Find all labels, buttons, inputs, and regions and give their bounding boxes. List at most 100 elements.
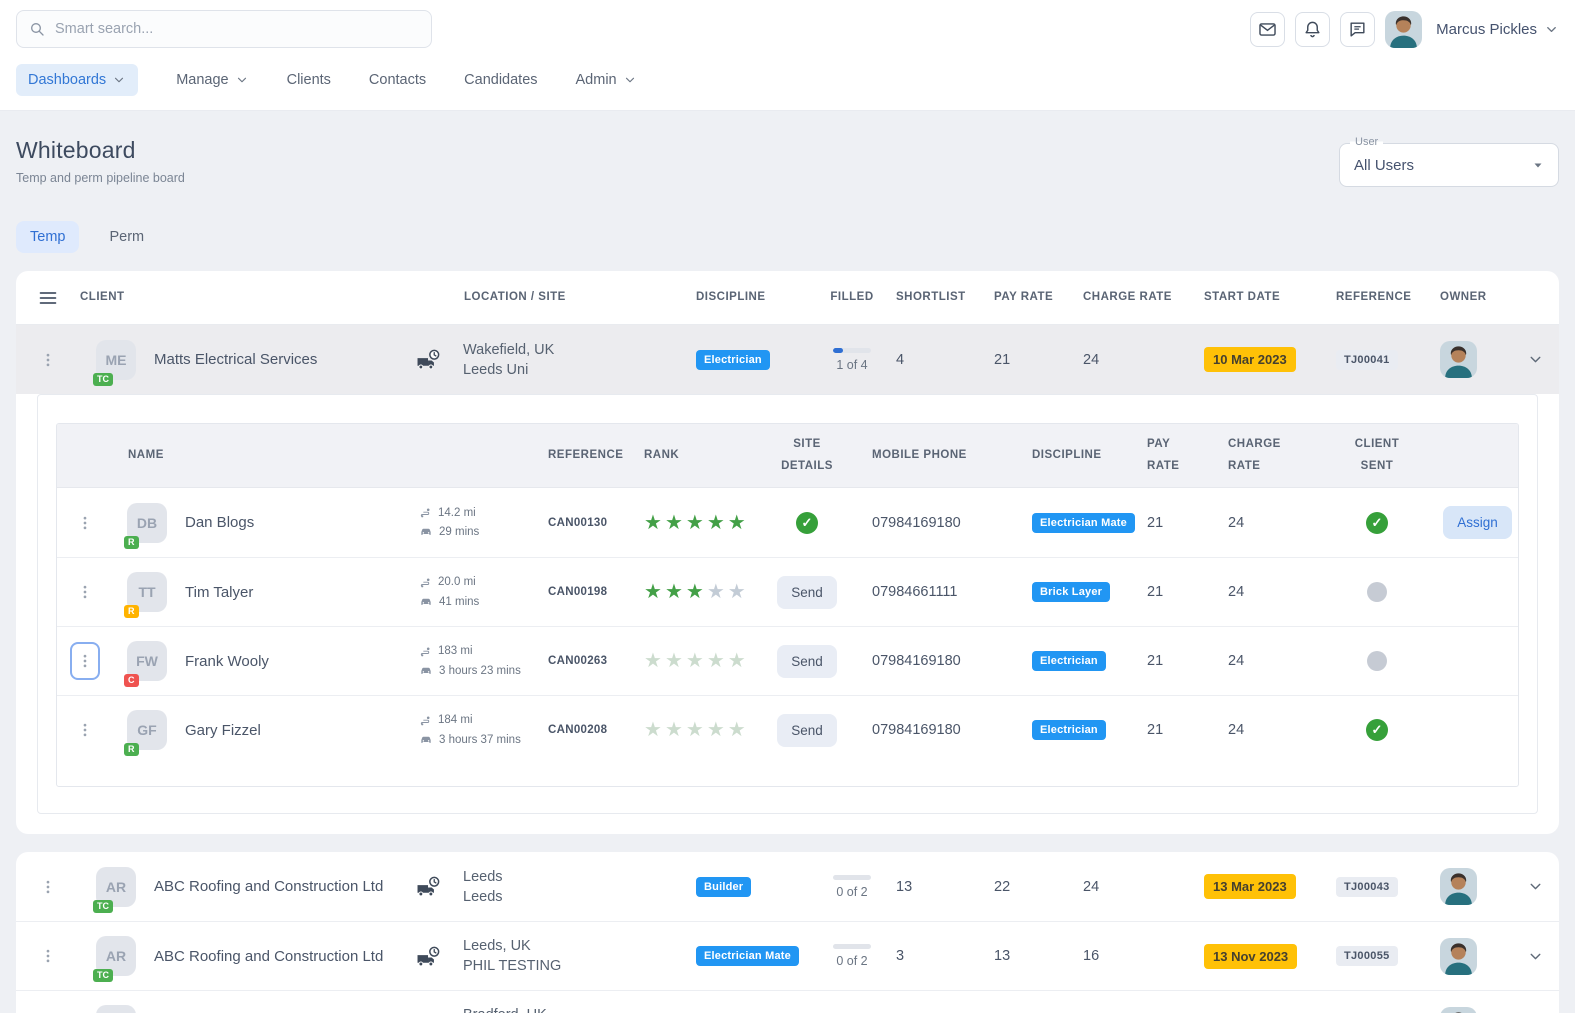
client-row[interactable]: AR TC ABC Roofing and Construction Ltd B… (16, 990, 1559, 1013)
board-menu-button[interactable] (38, 288, 58, 308)
nav-candidates[interactable]: Candidates (464, 72, 537, 88)
car-icon (419, 525, 433, 539)
star-filled-icon: ★ (644, 511, 665, 534)
candidate-name: Gary Fizzel (185, 721, 261, 739)
client-row[interactable]: AR TC ABC Roofing and Construction Ltd L… (16, 921, 1559, 990)
candidate-row[interactable]: DB R Dan Blogs 14.2 mi 29 mins CAN00130 … (57, 488, 1518, 557)
start-date-badge: 10 Mar 2023 (1204, 347, 1296, 372)
location-city: Leeds, UK (463, 938, 531, 954)
drive-time-value: 29 mins (439, 526, 480, 538)
send-site-details-button[interactable]: Send (777, 713, 837, 747)
star-filled-icon: ★ (664, 581, 686, 603)
nav-clients[interactable]: Clients (287, 72, 331, 88)
chat-icon (1348, 20, 1367, 39)
mobile-phone: 07984169180 (872, 514, 961, 531)
filled-progress (833, 944, 871, 949)
owner-avatar (1440, 868, 1477, 905)
candidate-avatar: GF R (124, 710, 167, 756)
chevron-down-icon (235, 73, 249, 87)
star-empty-icon: ★ (644, 650, 665, 672)
candidate-menu-button[interactable] (72, 575, 98, 609)
nav-dashboards[interactable]: Dashboards (16, 64, 139, 96)
kebab-icon (76, 514, 94, 532)
location-site: Wakefield, UK Leeds Uni (463, 340, 554, 380)
collapse-row-chevron[interactable] (1527, 351, 1544, 368)
client-row[interactable]: ME TC Matts Electrical Services Wakefiel… (16, 325, 1559, 394)
nav-dashboards-label: Dashboards (28, 72, 107, 88)
candidate-menu-button[interactable] (72, 506, 98, 540)
shortlist-count: 13 (896, 878, 913, 895)
chat-button[interactable] (1340, 11, 1376, 47)
col-site-details: SITE DETAILS (781, 437, 833, 472)
candidate-avatar: TT R (124, 572, 167, 618)
location-site-name: Leeds Uni (463, 361, 529, 378)
candidate-reference: CAN00208 (548, 724, 608, 736)
search-input[interactable] (55, 21, 419, 37)
pipeline-board-card: CLIENT LOCATION / SITE DISCIPLINE FILLED… (16, 271, 1559, 834)
discipline-badge: Electrician (1032, 651, 1106, 671)
mail-button[interactable] (1250, 11, 1286, 47)
top-header: Marcus Pickles (0, 0, 1575, 58)
distance-value: 184 mi (438, 714, 473, 726)
nav-admin[interactable]: Admin (576, 72, 637, 88)
col-pay-rate: PAY RATE (994, 290, 1054, 303)
expand-row-chevron[interactable] (1527, 948, 1544, 965)
dropdown-arrow-icon (1532, 159, 1544, 171)
candidate-name: Dan Blogs (185, 514, 255, 531)
distance-value: 14.2 mi (438, 506, 476, 519)
user-filter-value: All Users (1354, 156, 1415, 174)
row-menu-button[interactable] (35, 1008, 61, 1013)
star-filled-icon: ★ (644, 581, 665, 603)
travel-time-icon (416, 946, 441, 967)
nav-clients-label: Clients (286, 72, 331, 88)
col-charge-rate: CHARGE RATE (1228, 437, 1281, 472)
star-empty-icon: ★ (706, 581, 728, 603)
nav-contacts[interactable]: Contacts (369, 72, 426, 88)
user-avatar[interactable] (1385, 11, 1422, 48)
search-box[interactable] (16, 10, 432, 48)
discipline-badge: Electrician (1032, 720, 1106, 740)
nav-manage[interactable]: Manage (176, 72, 248, 88)
candidate-menu-button[interactable] (70, 642, 100, 680)
tab-temp[interactable]: Temp (16, 221, 80, 253)
user-filter-select[interactable]: User All Users (1339, 136, 1559, 187)
client-row[interactable]: AR TC ABC Roofing and Construction Ltd L… (16, 852, 1559, 921)
user-name-label: Marcus Pickles (1436, 20, 1537, 38)
drive-time-value: 41 mins (439, 595, 480, 608)
filled-progress (833, 347, 871, 353)
notifications-button[interactable] (1295, 11, 1331, 47)
candidate-row[interactable]: FW C Frank Wooly 183 mi 3 hours 23 mins … (57, 626, 1518, 695)
rank-stars: ★★★★★ (644, 720, 749, 740)
drive-time-value: 3 hours 37 mins (439, 733, 521, 746)
assign-button[interactable]: Assign (1443, 506, 1512, 539)
filled-label: 0 of 2 (836, 884, 868, 899)
col-name: NAME (128, 448, 164, 461)
send-site-details-button[interactable]: Send (777, 644, 837, 678)
candidate-menu-button[interactable] (72, 713, 98, 747)
expand-row-chevron[interactable] (1527, 878, 1544, 895)
pay-rate-value: 21 (1147, 722, 1164, 738)
candidate-row[interactable]: TT R Tim Talyer 20.0 mi 41 mins CAN00198… (57, 557, 1518, 626)
client-avatar-initials: ME (105, 351, 127, 368)
tab-perm[interactable]: Perm (107, 221, 146, 253)
star-filled-icon: ★ (664, 511, 686, 534)
col-client: CLIENT (80, 290, 125, 303)
nav-manage-label: Manage (176, 72, 229, 88)
row-menu-button[interactable] (35, 939, 61, 973)
star-empty-icon: ★ (685, 650, 707, 672)
candidates-panel: NAME REFERENCE RANK SITE DETAILS MOBILE … (37, 394, 1538, 814)
row-menu-button[interactable] (35, 870, 61, 904)
filled-label: 1 of 4 (836, 357, 868, 372)
client-type-badge: TC (93, 969, 113, 982)
rank-stars: ★★★★★ (644, 513, 749, 533)
nav-contacts-label: Contacts (368, 72, 427, 88)
candidate-row[interactable]: GF R Gary Fizzel 184 mi 3 hours 37 mins … (57, 695, 1518, 764)
client-sent-pending-icon (1367, 582, 1387, 602)
send-site-details-button[interactable]: Send (777, 575, 837, 609)
user-menu[interactable]: Marcus Pickles (1436, 21, 1559, 38)
nav-admin-label: Admin (575, 72, 617, 88)
row-menu-button[interactable] (35, 343, 61, 377)
chevron-down-icon (623, 73, 637, 87)
discipline-badge: Builder (696, 876, 752, 897)
client-type-badge: TC (93, 372, 113, 386)
